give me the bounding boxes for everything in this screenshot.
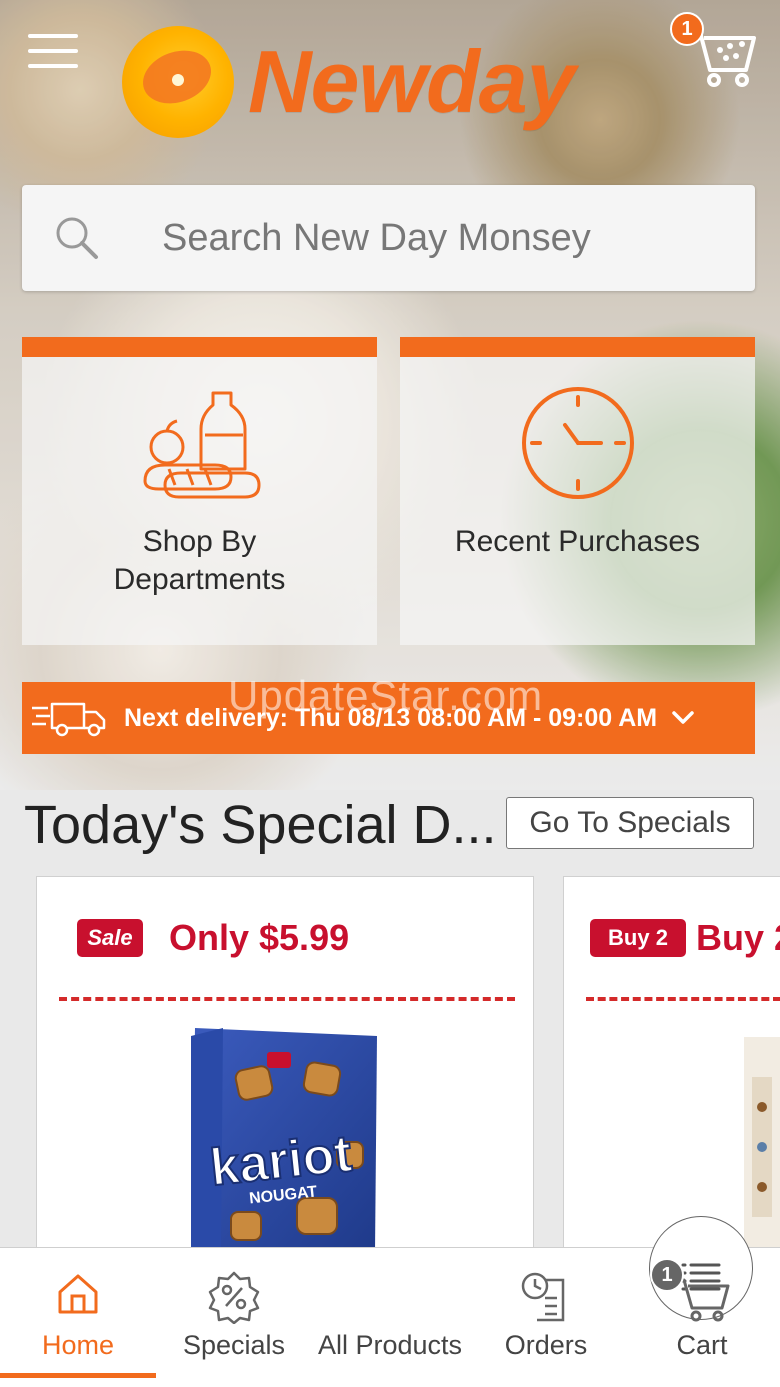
product-image[interactable] bbox=[744, 1037, 780, 1257]
clock-icon bbox=[521, 387, 634, 499]
brand-name: Newday bbox=[248, 32, 576, 131]
search-input[interactable] bbox=[162, 216, 722, 260]
nav-cart[interactable]: Cart bbox=[624, 1248, 780, 1374]
sale-badge: Sale bbox=[77, 919, 143, 957]
percent-badge-icon bbox=[208, 1271, 260, 1324]
next-delivery-bar[interactable]: Next delivery: Thu 08/13 08:00 AM - 09:0… bbox=[22, 682, 755, 754]
nav-label-all-products: All Products bbox=[317, 1330, 463, 1360]
next-delivery-text: Next delivery: Thu 08/13 08:00 AM - 09:0… bbox=[124, 703, 658, 732]
bottom-navigation: Home Specials All Products Orders Cart 1 bbox=[0, 1216, 780, 1387]
buy-2-badge: Buy 2 bbox=[590, 919, 686, 957]
tile-label-departments: Shop By Departments bbox=[113, 525, 286, 596]
special-card[interactable]: Sale Only $5.99 kariot NOUGAT bbox=[36, 876, 534, 1276]
chevron-down-icon[interactable] bbox=[671, 710, 695, 726]
nav-label-specials: Specials bbox=[182, 1330, 286, 1360]
brand-logo[interactable]: Newday bbox=[122, 22, 576, 142]
go-to-specials-button[interactable]: Go To Specials bbox=[506, 797, 754, 849]
promo-text: Buy 2 bbox=[696, 917, 780, 958]
nav-label-orders: Orders bbox=[504, 1330, 588, 1360]
nav-label-cart: Cart bbox=[676, 1330, 728, 1360]
header-cart-button[interactable]: 1 bbox=[670, 12, 760, 92]
specials-title: Today's Special D... bbox=[24, 795, 497, 855]
special-card[interactable]: Buy 2 Buy 2 bbox=[563, 876, 780, 1276]
dashed-divider bbox=[59, 997, 515, 1001]
nav-home[interactable]: Home bbox=[0, 1248, 156, 1378]
recent-purchases-tile[interactable]: Recent Purchases bbox=[400, 337, 755, 645]
promo-price: Only $5.99 bbox=[169, 917, 350, 958]
tile-label-recent: Recent Purchases bbox=[454, 525, 701, 558]
search-bar[interactable] bbox=[22, 185, 755, 291]
orders-clock-icon bbox=[521, 1272, 565, 1322]
home-icon bbox=[58, 1274, 98, 1314]
shop-by-departments-tile[interactable]: Shop By Departments bbox=[22, 337, 377, 645]
nav-cart-badge: 1 bbox=[650, 1258, 684, 1292]
top-bar: Newday 1 bbox=[0, 0, 780, 170]
nav-label-home: Home bbox=[41, 1330, 115, 1360]
specials-header: Today's Special D... Go To Specials bbox=[24, 790, 756, 860]
header-cart-badge: 1 bbox=[670, 12, 704, 46]
nav-all-products[interactable]: All Products bbox=[312, 1216, 753, 1374]
nav-orders[interactable]: Orders bbox=[468, 1248, 624, 1374]
logo-sun-icon bbox=[122, 26, 234, 138]
hamburger-menu-icon[interactable] bbox=[28, 34, 78, 74]
delivery-truck-icon bbox=[32, 702, 106, 737]
groceries-icon bbox=[143, 391, 260, 499]
product-brand-label: kariot NOUGAT bbox=[206, 1124, 355, 1208]
nav-specials[interactable]: Specials bbox=[156, 1248, 312, 1374]
dashed-divider bbox=[586, 997, 780, 1001]
search-icon bbox=[56, 217, 98, 259]
